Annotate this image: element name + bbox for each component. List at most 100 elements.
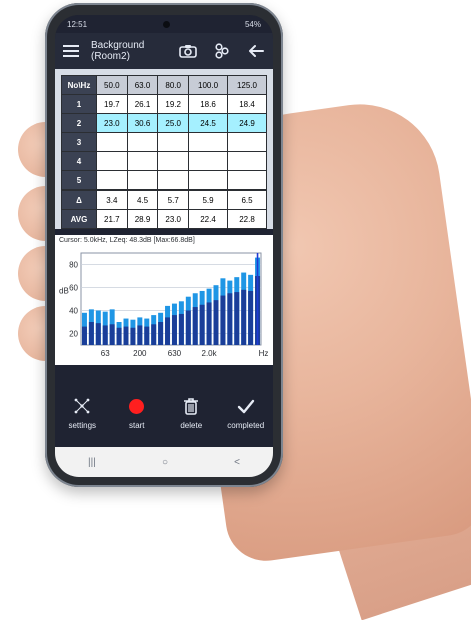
measurement-table: No\Hz 50.0 63.0 80.0 100.0 125.0 1 19.7 … <box>61 75 267 229</box>
col-header: 50.0 <box>96 75 128 95</box>
bar-level <box>241 289 247 345</box>
table-cell[interactable] <box>96 151 128 171</box>
table-cell[interactable] <box>96 132 128 152</box>
table-cell[interactable] <box>227 170 267 191</box>
check-icon <box>237 397 255 415</box>
table-row[interactable]: 3 <box>61 132 267 152</box>
table-cell[interactable]: 19.2 <box>157 94 190 114</box>
avg-cell: 23.0 <box>157 209 190 229</box>
bar-level <box>130 327 136 345</box>
delta-cell: 6.5 <box>227 189 267 210</box>
y-tick-label: 80 <box>69 261 78 270</box>
table-cell[interactable] <box>126 151 159 171</box>
bar-level <box>206 302 212 345</box>
avg-cell: 22.8 <box>227 209 267 229</box>
status-time: 12:51 <box>67 19 88 29</box>
bar-level <box>165 317 171 345</box>
bar-level <box>220 295 226 345</box>
y-tick-label: 60 <box>69 284 78 293</box>
page-title: Background (Room2) <box>91 40 179 62</box>
table-cell[interactable]: 24.9 <box>227 113 267 133</box>
bar-level <box>171 315 177 345</box>
record-icon <box>129 397 145 415</box>
table-row[interactable]: 1 19.7 26.1 19.2 18.6 18.4 <box>61 94 267 114</box>
bar-level <box>116 327 122 345</box>
table-cell[interactable]: 23.0 <box>96 113 128 133</box>
table-cell[interactable]: 19.7 <box>96 94 128 114</box>
status-bar: 12:51 54% <box>55 15 273 33</box>
title-line2: (Room2) <box>91 51 130 62</box>
table-cell[interactable]: 26.1 <box>126 94 159 114</box>
start-action[interactable]: start <box>112 397 162 430</box>
table-cell[interactable] <box>188 170 228 191</box>
table-cell[interactable] <box>227 132 267 152</box>
row-label: 3 <box>61 132 97 152</box>
bar-level <box>158 322 164 345</box>
table-cell[interactable] <box>227 151 267 171</box>
chart-svg: 80 60 40 20 dB 63 200 630 2.0k Hz <box>59 252 268 358</box>
back-nav-icon[interactable]: < <box>234 457 240 468</box>
bar-level <box>151 324 157 345</box>
y-tick-label: 40 <box>69 307 78 316</box>
settings-action[interactable]: settings <box>57 397 107 430</box>
settings-dots-icon[interactable] <box>213 42 231 60</box>
bar-level <box>227 293 233 345</box>
bar-level <box>137 325 143 345</box>
bar-level <box>81 326 87 345</box>
home-icon[interactable]: ○ <box>162 457 168 468</box>
table-cell[interactable] <box>157 170 190 191</box>
back-arrow-icon[interactable] <box>247 42 265 60</box>
avg-cell: 22.4 <box>188 209 228 229</box>
bar-level <box>234 292 240 345</box>
status-battery: 54% <box>244 19 261 29</box>
table-cell[interactable] <box>126 132 159 152</box>
bottom-actions: settings start delete completed <box>55 389 273 455</box>
bar-level <box>199 304 205 345</box>
delta-cell: 4.5 <box>126 189 159 210</box>
x-tick-label: 200 <box>133 349 147 358</box>
recent-apps-icon[interactable]: ||| <box>88 457 96 468</box>
bar-level <box>102 325 108 345</box>
table-cell[interactable] <box>157 132 190 152</box>
bar-level <box>95 323 101 345</box>
row-label: 1 <box>61 94 97 114</box>
table-cell[interactable] <box>157 151 190 171</box>
table-cell[interactable]: 30.6 <box>126 113 159 133</box>
table-cell[interactable] <box>188 151 228 171</box>
table-row[interactable]: 4 <box>61 151 267 171</box>
avg-cell: 21.7 <box>96 209 128 229</box>
row-label: 2 <box>61 113 97 133</box>
trash-icon <box>183 397 199 415</box>
table-cell[interactable]: 25.0 <box>157 113 190 133</box>
row-label: 5 <box>61 170 97 191</box>
menu-icon[interactable] <box>63 45 79 57</box>
delta-cell: 3.4 <box>96 189 128 210</box>
title-line1: Background <box>91 40 145 51</box>
table-cell[interactable]: 24.5 <box>188 113 228 133</box>
delta-row: Δ 3.4 4.5 5.7 5.9 6.5 <box>61 189 267 210</box>
system-nav-bar: ||| ○ < <box>55 447 273 477</box>
delete-action[interactable]: delete <box>166 397 216 430</box>
action-label: completed <box>227 421 265 430</box>
table-corner: No\Hz <box>61 75 97 95</box>
table-cell[interactable] <box>96 170 128 191</box>
y-axis-label: dB <box>59 286 69 295</box>
row-label: 4 <box>61 151 97 171</box>
camera-icon[interactable] <box>179 42 197 60</box>
spectrum-chart[interactable]: Cursor: 5.0kHz, LZeq: 48.3dB [Max:66.8dB… <box>55 235 273 365</box>
table-cell[interactable] <box>126 170 159 191</box>
col-header: 80.0 <box>157 75 190 95</box>
bar-level <box>123 326 129 345</box>
bar-level <box>192 307 198 345</box>
completed-action[interactable]: completed <box>221 397 271 430</box>
table-row[interactable]: 5 <box>61 170 267 191</box>
table-cell[interactable]: 18.4 <box>227 94 267 114</box>
avg-cell: 28.9 <box>126 209 159 229</box>
cursor-readout: Cursor: 5.0kHz, LZeq: 48.3dB [Max:66.8dB… <box>59 237 195 244</box>
x-tick-label: 2.0k <box>202 349 218 358</box>
table-cell[interactable]: 18.6 <box>188 94 228 114</box>
delta-label: Δ <box>61 189 97 210</box>
table-cell[interactable] <box>188 132 228 152</box>
table-row-selected[interactable]: 2 23.0 30.6 25.0 24.5 24.9 <box>61 113 267 133</box>
col-header: 100.0 <box>188 75 228 95</box>
